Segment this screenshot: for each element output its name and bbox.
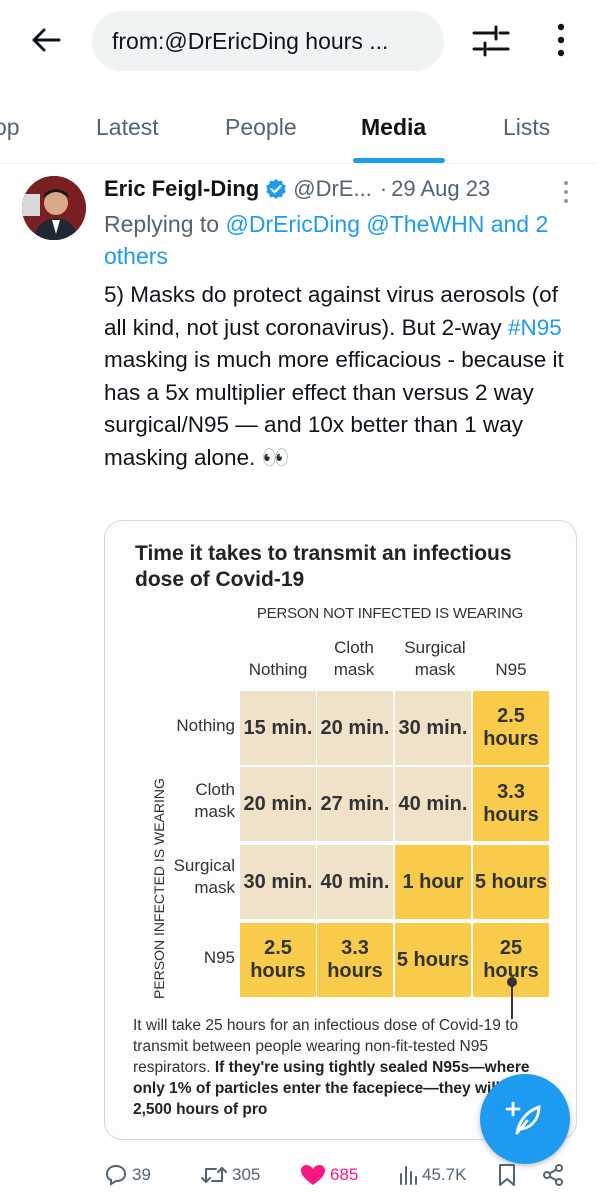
replying-to: Replying to @DrEricDing @TheWHN and 2 ot…: [104, 208, 574, 272]
cell-nothing-x-nothing: 15 min.: [240, 691, 316, 765]
reply-icon: [105, 1164, 127, 1186]
share-button[interactable]: [541, 1160, 569, 1190]
cell-cloth-x-surgical: 40 min.: [395, 767, 471, 841]
tweet-header: Eric Feigl-Ding @DrE... · 29 Aug 23: [104, 174, 574, 204]
column-header-surgical: Surgical mask: [404, 638, 466, 679]
top-bar: from:@DrEricDing hours ...: [0, 0, 597, 80]
column-header-n95: N95: [495, 660, 527, 679]
search-query: from:@DrEricDing hours ...: [112, 27, 389, 54]
cell-surgical-x-n95: 5 hours: [473, 845, 549, 919]
tab-latest[interactable]: Latest: [96, 114, 159, 141]
arrow-left-icon: [32, 28, 61, 52]
cell-nothing-x-surgical: 30 min.: [395, 691, 471, 765]
cell-surgical-x-surgical: 1 hour: [395, 845, 471, 919]
column-group-header: PERSON NOT INFECTED IS WEARING: [256, 605, 524, 622]
column-header-nothing: Nothing: [248, 660, 308, 679]
active-tab-indicator: [353, 158, 445, 163]
reply-count: 39: [132, 1165, 151, 1184]
avatar-image: [22, 176, 86, 240]
cell-nothing-x-n95: 2.5 hours: [473, 691, 549, 765]
tweet-text-part1: 5) Masks do protect against virus aeroso…: [104, 282, 558, 340]
cell-surgical-x-nothing: 30 min.: [240, 845, 316, 919]
share-icon: [543, 1164, 563, 1186]
tab-people[interactable]: People: [225, 114, 297, 141]
cell-nothing-x-cloth: 20 min.: [317, 691, 393, 765]
filter-sliders-icon[interactable]: [472, 24, 510, 58]
tweet-text-part2: masking is much more efficacious - becau…: [104, 347, 564, 470]
tweet-date[interactable]: 29 Aug 23: [391, 176, 490, 202]
row-label-surgical: Surgical mask: [173, 856, 235, 897]
pointer-dot: [507, 977, 517, 987]
verified-badge-icon: [266, 179, 287, 199]
tab-media[interactable]: Media: [361, 114, 426, 141]
tweet-text: 5) Masks do protect against virus aeroso…: [104, 279, 582, 475]
cell-surgical-x-cloth: 40 min.: [317, 845, 393, 919]
cell-cloth-x-n95: 3.3 hours: [473, 767, 549, 841]
reply-button[interactable]: 39: [104, 1160, 151, 1190]
row-label-nothing: Nothing: [176, 716, 235, 735]
author-name[interactable]: Eric Feigl-Ding: [104, 176, 259, 202]
bookmark-button[interactable]: [497, 1160, 521, 1190]
tab-lists[interactable]: Lists: [503, 114, 550, 141]
cell-cloth-x-cloth: 27 min.: [317, 767, 393, 841]
like-count: 685: [330, 1165, 359, 1184]
back-button[interactable]: [26, 22, 66, 58]
cell-n95-x-cloth: 3.3 hours: [317, 923, 393, 997]
search-input[interactable]: from:@DrEricDing hours ...: [92, 11, 444, 71]
hashtag-link[interactable]: #N95: [508, 315, 562, 340]
column-header-cloth: Cloth mask: [333, 638, 375, 679]
repost-button[interactable]: 305: [200, 1160, 260, 1190]
view-count: 45.7K: [422, 1165, 467, 1184]
tweet-more-icon[interactable]: [561, 178, 571, 206]
cell-n95-x-surgical: 5 hours: [395, 923, 471, 997]
author-handle[interactable]: @DrE...: [293, 176, 372, 202]
tweet-actions: 39 305 685 45.7K: [0, 1150, 597, 1200]
tweet-media-image[interactable]: Time it takes to transmit an infectious …: [104, 520, 577, 1140]
tab-top[interactable]: op: [0, 114, 20, 141]
row-label-n95: N95: [203, 948, 235, 967]
cell-cloth-x-nothing: 20 min.: [240, 767, 316, 841]
repost-count: 305: [232, 1165, 261, 1184]
cell-n95-x-nothing: 2.5 hours: [240, 923, 316, 997]
search-tabs: op Latest People Media Lists: [0, 100, 597, 164]
replying-to-prefix: Replying to: [104, 211, 226, 237]
compose-feather-icon: [505, 1101, 541, 1135]
bookmark-icon: [499, 1164, 515, 1186]
views-chart-icon: [400, 1166, 417, 1185]
heart-filled-icon: [301, 1165, 325, 1185]
row-label-cloth: Cloth mask: [194, 780, 235, 821]
like-button[interactable]: 685: [300, 1160, 358, 1190]
more-vertical-icon[interactable]: [549, 20, 573, 60]
repost-icon: [201, 1167, 227, 1183]
separator-dot: ·: [379, 176, 388, 201]
avatar[interactable]: [22, 176, 86, 240]
views-button[interactable]: 45.7K: [398, 1160, 466, 1190]
infographic-title: Time it takes to transmit an infectious …: [135, 542, 512, 591]
